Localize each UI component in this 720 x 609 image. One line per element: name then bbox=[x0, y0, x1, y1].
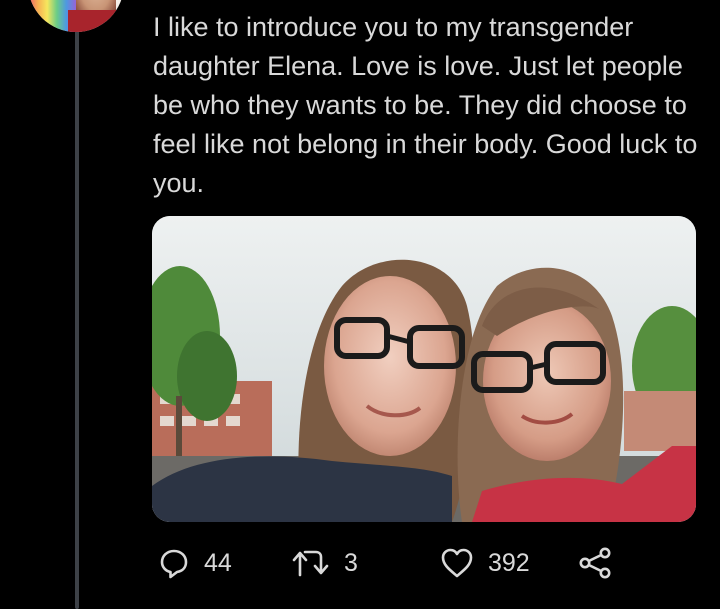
avatar-shirt bbox=[68, 10, 124, 32]
tweet-actions-bar: 44 3 392 bbox=[152, 540, 696, 586]
share-icon bbox=[579, 547, 611, 579]
reply-button[interactable]: 44 bbox=[158, 540, 232, 586]
avatar[interactable] bbox=[28, 0, 124, 32]
retweet-count: 3 bbox=[344, 548, 358, 577]
retweet-icon bbox=[292, 550, 329, 577]
thread-connector-line bbox=[75, 30, 79, 609]
retweet-button[interactable]: 3 bbox=[292, 540, 358, 586]
photo-illustration bbox=[152, 216, 696, 522]
like-button[interactable]: 392 bbox=[440, 540, 530, 586]
reply-count: 44 bbox=[204, 548, 232, 577]
tweet-photo[interactable] bbox=[152, 216, 696, 522]
reply-icon bbox=[160, 549, 188, 579]
tweet-text: I like to introduce you to my transgende… bbox=[153, 12, 698, 198]
like-count: 392 bbox=[488, 548, 530, 577]
heart-icon bbox=[441, 548, 473, 578]
share-button[interactable] bbox=[578, 540, 612, 586]
